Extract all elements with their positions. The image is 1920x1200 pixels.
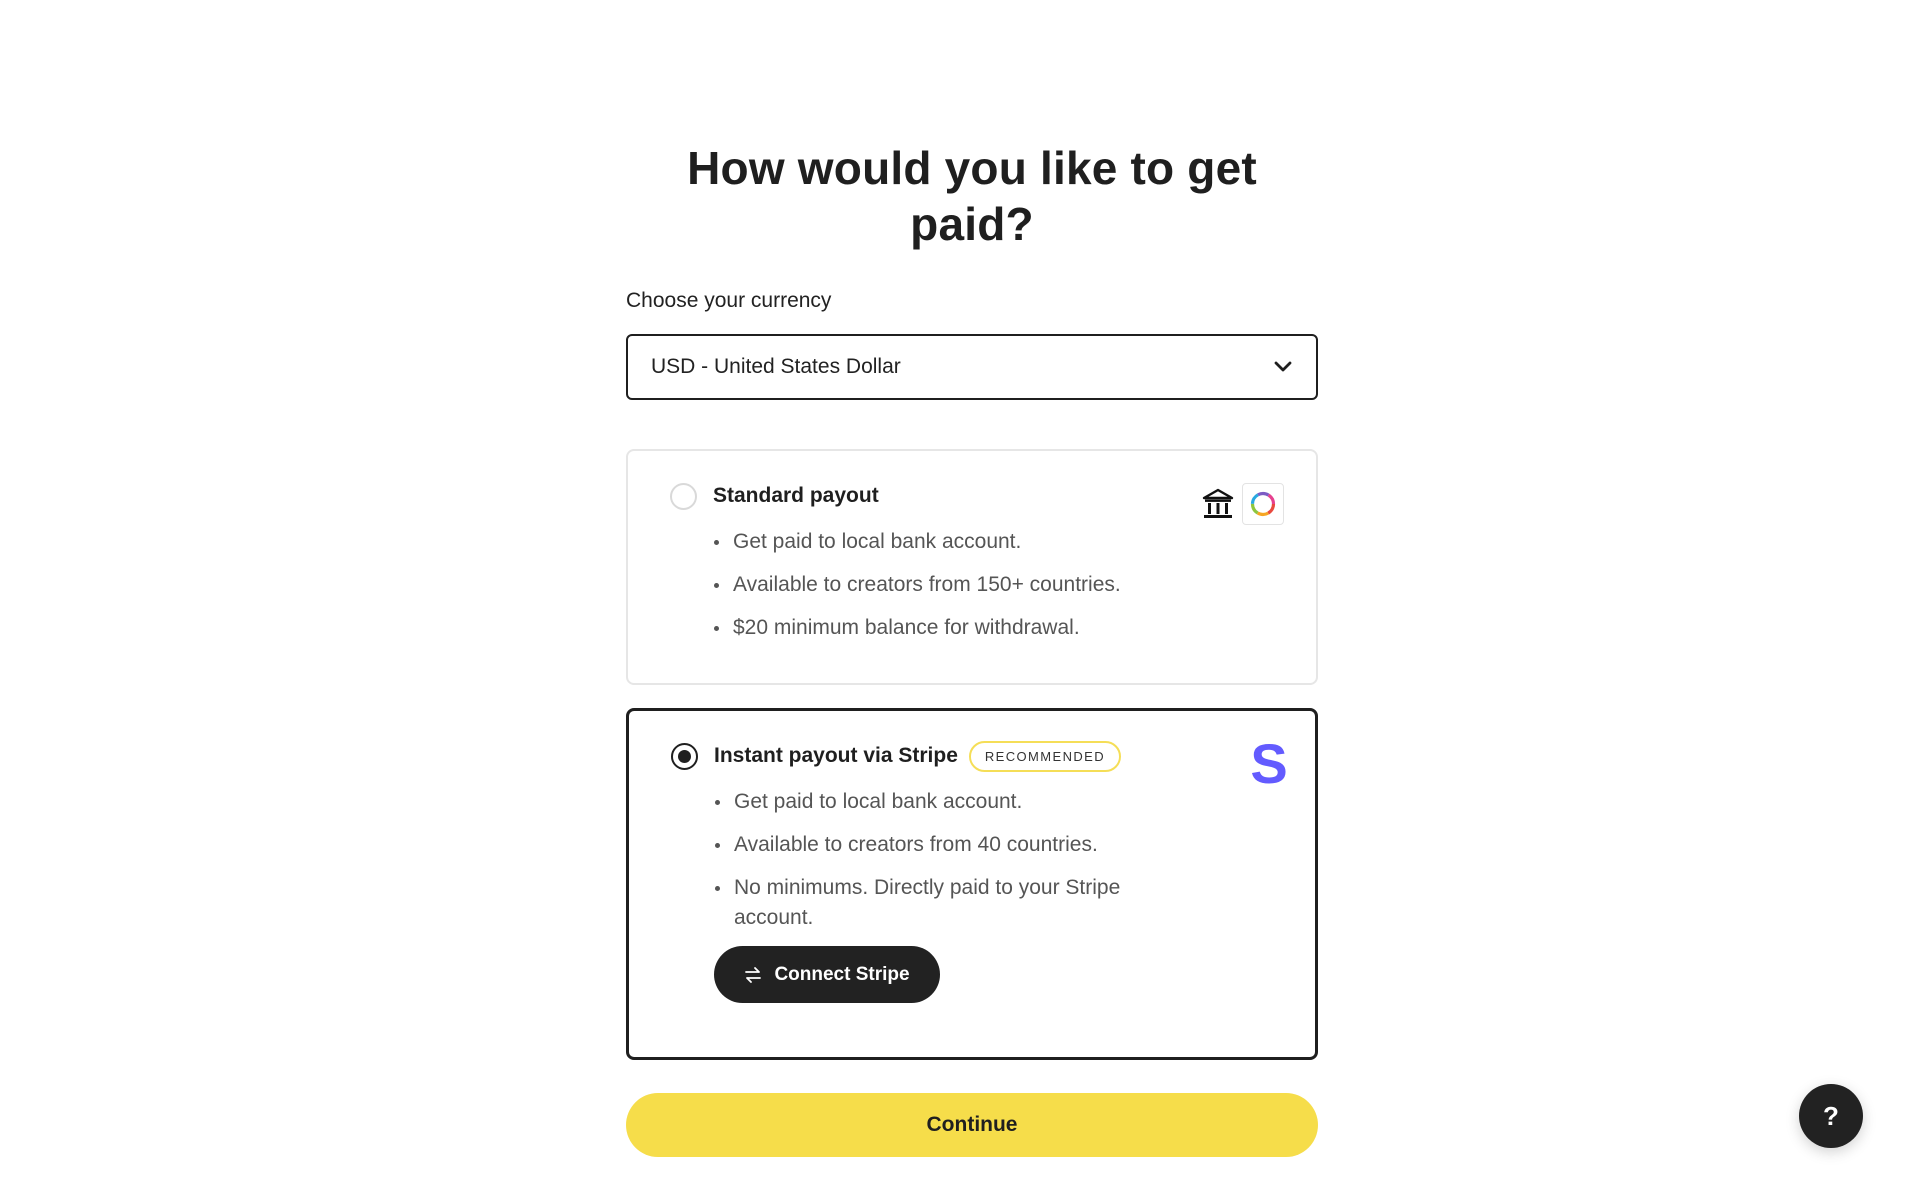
swap-arrows-icon bbox=[744, 966, 762, 984]
standard-payout-radio[interactable] bbox=[670, 482, 697, 510]
svg-text:S: S bbox=[1250, 739, 1287, 789]
list-item: Available to creators from 150+ countrie… bbox=[713, 570, 1153, 600]
stripe-logo: S bbox=[1249, 732, 1289, 795]
connect-stripe-button[interactable]: Connect Stripe bbox=[714, 946, 940, 1003]
payout-setup-page: How would you like to get paid? Choose y… bbox=[0, 0, 1920, 1200]
connect-stripe-label: Connect Stripe bbox=[774, 963, 910, 985]
help-button[interactable]: ? bbox=[1799, 1084, 1863, 1148]
instant-payout-bullets: Get paid to local bank account. Availabl… bbox=[714, 787, 1154, 933]
bank-icon bbox=[1200, 486, 1236, 522]
instant-payout-option[interactable]: Instant payout via Stripe RECOMMENDED S … bbox=[626, 708, 1318, 1060]
standard-payout-header: Standard payout bbox=[670, 479, 1284, 513]
continue-button[interactable]: Continue bbox=[626, 1093, 1318, 1157]
chevron-down-icon bbox=[1272, 356, 1294, 378]
currency-select[interactable]: USD - United States Dollar bbox=[626, 334, 1318, 400]
recommended-badge: RECOMMENDED bbox=[968, 740, 1122, 772]
page-title: How would you like to get paid? bbox=[687, 142, 1257, 250]
currency-select-value: USD - United States Dollar bbox=[651, 355, 901, 378]
list-item: No minimums. Directly paid to your Strip… bbox=[714, 873, 1154, 933]
list-item: Get paid to local bank account. bbox=[713, 527, 1153, 557]
radio-selected-dot bbox=[678, 749, 691, 763]
standard-payout-title: Standard payout bbox=[713, 484, 879, 507]
instant-payout-title: Instant payout via Stripe bbox=[714, 744, 958, 767]
instant-payout-header: Instant payout via Stripe RECOMMENDED bbox=[671, 739, 1283, 773]
standard-payout-option[interactable]: Standard payout Get paid to local bank a… bbox=[626, 449, 1318, 685]
instant-payout-radio[interactable] bbox=[671, 742, 698, 770]
payoneer-ring-icon bbox=[1242, 483, 1284, 525]
standard-payout-bullets: Get paid to local bank account. Availabl… bbox=[713, 527, 1153, 643]
payout-form: How would you like to get paid? Choose y… bbox=[626, 140, 1318, 1157]
standard-payout-icons bbox=[1200, 483, 1284, 525]
currency-label: Choose your currency bbox=[626, 289, 832, 312]
list-item: $20 minimum balance for withdrawal. bbox=[713, 613, 1153, 643]
list-item: Available to creators from 40 countries. bbox=[714, 830, 1154, 860]
list-item: Get paid to local bank account. bbox=[714, 787, 1154, 817]
